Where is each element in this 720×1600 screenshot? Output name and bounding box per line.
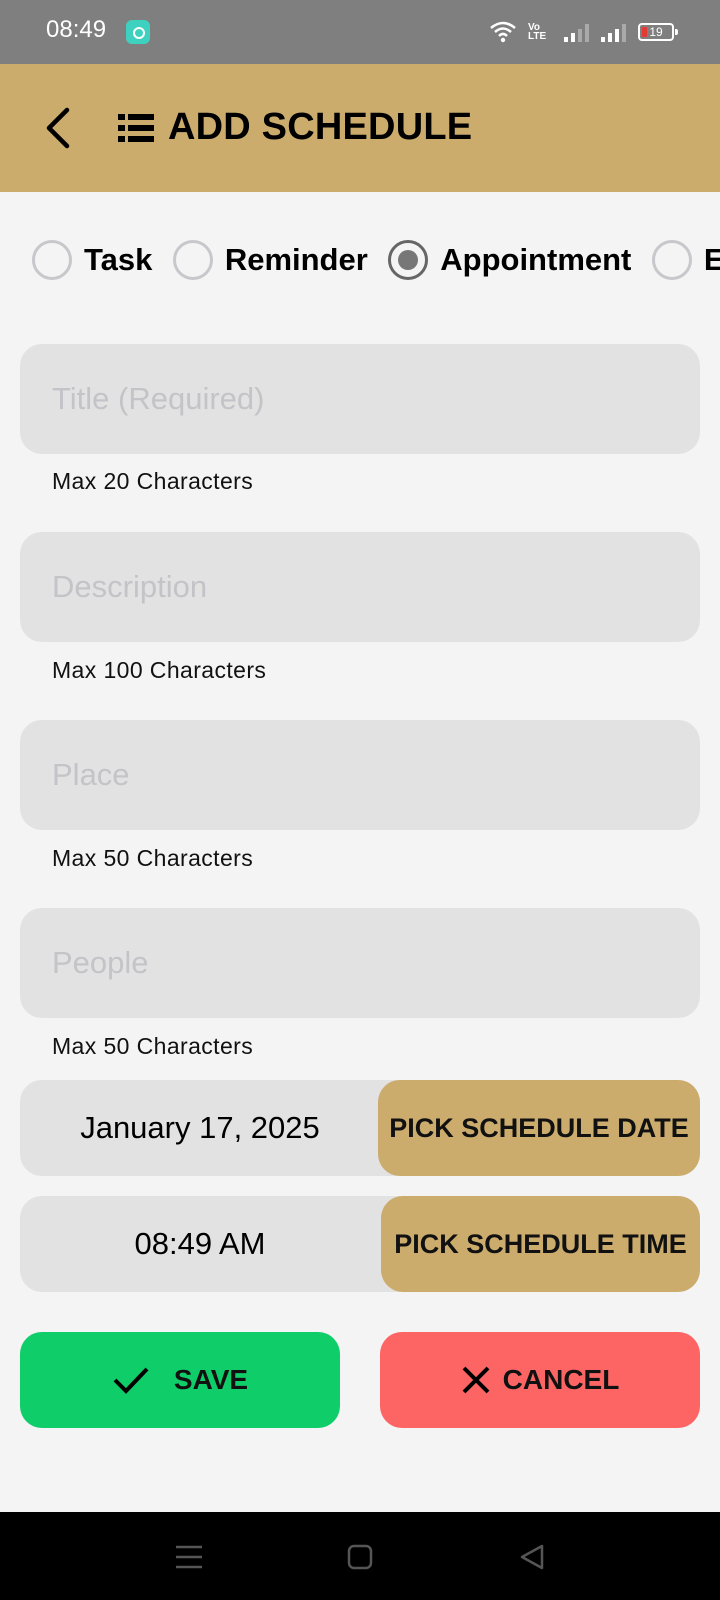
cancel-label: CANCEL (502, 1364, 620, 1395)
status-time: 08:49 (46, 16, 107, 43)
check-icon (112, 1365, 150, 1395)
signal-icon-2 (601, 22, 626, 42)
battery-icon: 19 (638, 23, 678, 41)
radio-appointment[interactable]: Appointment (388, 238, 631, 282)
place-input[interactable] (20, 720, 700, 830)
save-label: SAVE (173, 1364, 249, 1395)
wifi-icon (490, 21, 516, 43)
cancel-button[interactable]: CANCEL (380, 1332, 700, 1428)
radio-reminder[interactable]: Reminder (172, 238, 368, 282)
pick-date-button[interactable]: PICK SCHEDULE DATE (378, 1080, 700, 1176)
status-icons: Vo LTE 19 (490, 18, 678, 46)
radio-label: Task (84, 242, 153, 277)
notification-app-icon (126, 20, 150, 44)
radio-label: Appointment (440, 242, 632, 277)
radio-task[interactable]: Task (32, 238, 152, 282)
title-hint: Max 20 Characters (52, 468, 254, 494)
selected-date: January 17, 2025 (80, 1110, 320, 1145)
time-picker-row: 08:49 AM PICK SCHEDULE TIME (20, 1196, 700, 1292)
radio-label: Reminder (224, 242, 368, 277)
signal-icon-1 (564, 22, 589, 42)
people-hint: Max 50 Characters (52, 1033, 254, 1059)
radio-label: Event (703, 242, 720, 277)
selected-time: 08:49 AM (134, 1226, 266, 1261)
back-button[interactable] (36, 102, 80, 154)
list-icon (118, 114, 154, 142)
radio-button[interactable] (651, 240, 692, 280)
system-nav-bar (0, 1512, 720, 1600)
back-triangle-icon[interactable] (517, 1542, 547, 1572)
battery-level: 19 (649, 25, 663, 39)
date-picker-row: January 17, 2025 PICK SCHEDULE DATE (20, 1080, 700, 1176)
status-bar: 08:49 Vo LTE 19 (0, 0, 720, 64)
people-input[interactable] (20, 908, 700, 1018)
description-input[interactable] (20, 532, 700, 642)
home-square-icon[interactable] (345, 1542, 375, 1572)
save-button[interactable]: SAVE (20, 1332, 340, 1428)
menu-icon[interactable] (174, 1542, 204, 1572)
description-hint: Max 100 Characters (52, 657, 267, 683)
title-input[interactable] (20, 344, 700, 454)
close-icon (461, 1365, 491, 1395)
pick-time-button[interactable]: PICK SCHEDULE TIME (381, 1196, 700, 1292)
chevron-left-icon (46, 107, 70, 149)
volte-icon: Vo LTE (528, 22, 547, 42)
schedule-type-radio-group: Task Reminder Appointment Event (32, 238, 720, 282)
radio-button[interactable] (388, 240, 429, 280)
place-hint: Max 50 Characters (52, 845, 254, 871)
app-header: ADD SCHEDULE (0, 64, 720, 192)
page-title: ADD SCHEDULE (168, 106, 473, 148)
radio-event[interactable]: Event (651, 238, 720, 282)
radio-button[interactable] (32, 240, 72, 280)
radio-button[interactable] (172, 240, 213, 280)
